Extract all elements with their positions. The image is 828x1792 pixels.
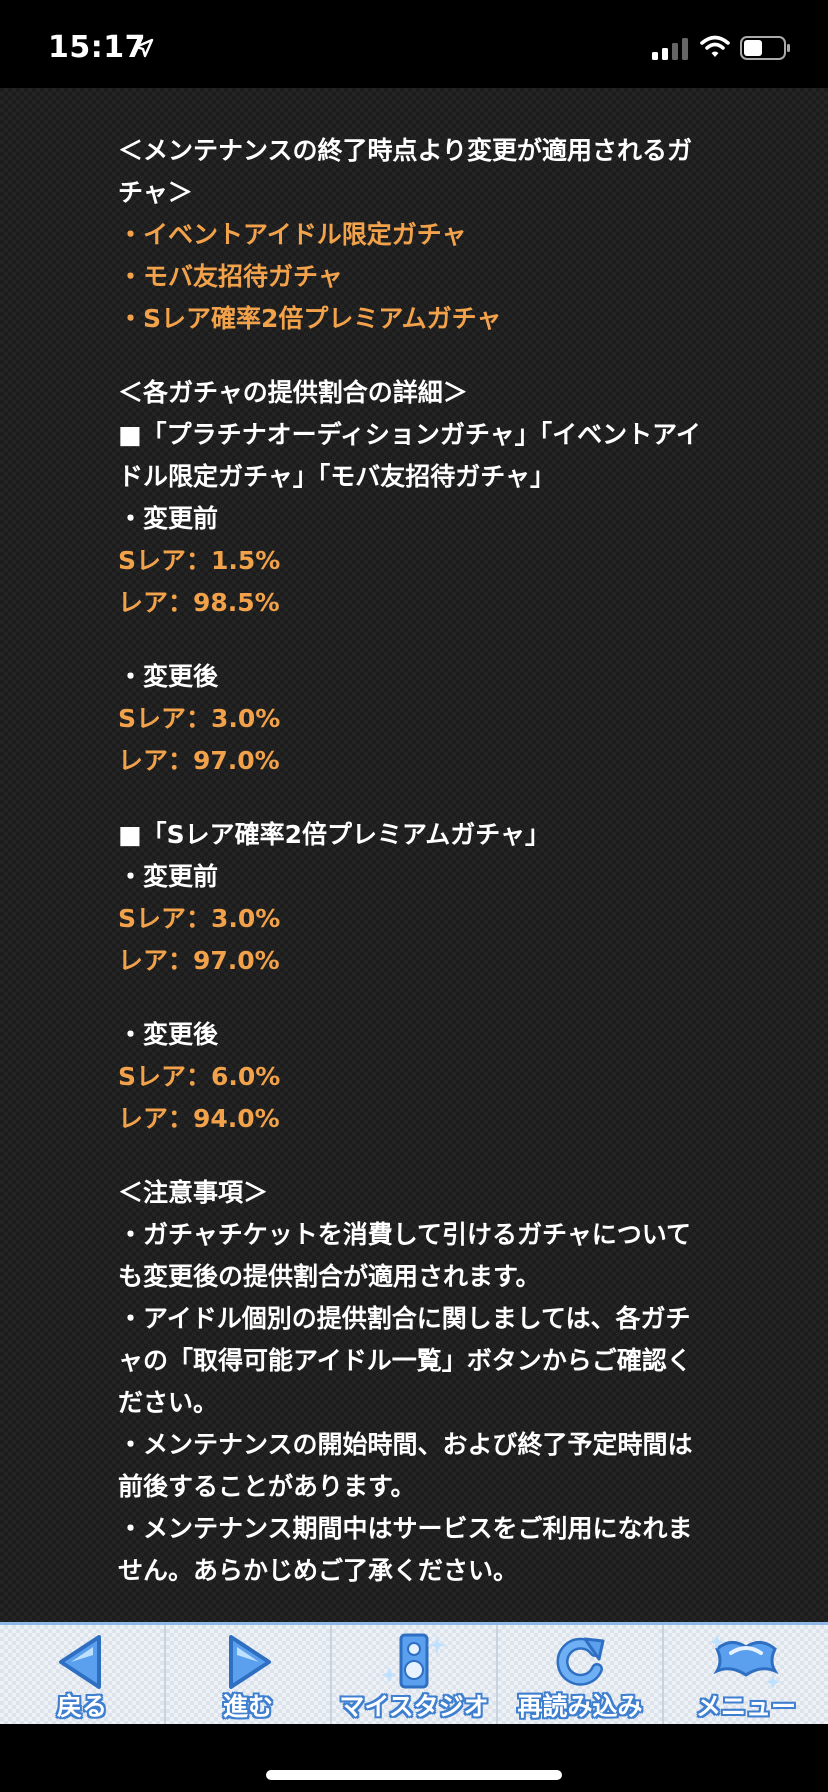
reload-label: 再読み込み	[517, 1692, 643, 1721]
text-line: ャの「取得可能アイドル一覧」ボタンからご確認く	[118, 1346, 692, 1375]
menu-label: メニュー	[695, 1692, 796, 1721]
back-arrow-icon	[59, 1635, 101, 1689]
my-studio-label: マイスタジオ	[339, 1692, 489, 1721]
cellular-signal-icon	[652, 38, 688, 60]
speaker-icon	[381, 1633, 447, 1689]
text-line: ・変更前	[118, 504, 219, 533]
text-line: ・変更前	[118, 862, 219, 891]
text-line: ＜メンテナンスの終了時点より変更が適用されるガ	[118, 136, 693, 165]
highlight-text-line: Sレア：3.0%	[118, 904, 281, 933]
text-line: ＜注意事項＞	[118, 1178, 269, 1207]
text-line: ・変更後	[118, 1020, 219, 1049]
status-bar: 15:17	[0, 0, 828, 88]
reload-icon	[556, 1637, 605, 1686]
highlight-text-line: ・モバ友招待ガチャ	[118, 262, 343, 291]
announcement-text: ＜メンテナンスの終了時点より変更が適用されるガ チャ＞ ・イベントアイドル限定ガチャ…	[118, 130, 730, 1592]
forward-label: 進む	[222, 1692, 273, 1721]
highlight-text-line: Sレア：3.0%	[118, 704, 281, 733]
text-line: ・メンテナンスの開始時間、および終了予定時間は	[118, 1430, 693, 1459]
highlight-text-line: レア：97.0%	[118, 746, 280, 775]
bottom-nav: 戻る 進む マイスタジオ 再読み込み メニュー	[0, 1622, 828, 1727]
text-line: ・変更後	[118, 662, 219, 691]
announcement-content: ＜メンテナンスの終了時点より変更が適用されるガ チャ＞ ・イベントアイドル限定ガチャ…	[0, 88, 828, 1622]
back-button[interactable]: 戻る	[0, 1625, 166, 1727]
highlight-text-line: Sレア：6.0%	[118, 1062, 281, 1091]
location-arrow-icon	[134, 38, 154, 58]
wifi-icon	[700, 35, 730, 57]
text-line: ださい。	[118, 1388, 219, 1417]
text-line: ■「プラチナオーディションガチャ」「イベントアイ	[118, 420, 701, 449]
text-line: ＜各ガチャの提供割合の詳細＞	[118, 378, 468, 407]
text-line: せん。あらかじめご了承ください。	[118, 1556, 519, 1585]
forward-button[interactable]: 進む	[166, 1625, 332, 1727]
status-time: 15:17	[48, 30, 146, 65]
text-line: も変更後の提供割合が適用されます。	[118, 1262, 541, 1291]
reload-button[interactable]: 再読み込み	[498, 1625, 664, 1727]
highlight-text-line: Sレア：1.5%	[118, 546, 281, 575]
text-line: ・アイドル個別の提供割合に関しましては、各ガチ	[118, 1304, 691, 1333]
text-line: 前後することがあります。	[118, 1472, 416, 1501]
highlight-text-line: レア：97.0%	[118, 946, 280, 975]
home-indicator[interactable]	[266, 1770, 562, 1780]
text-line: ■「Sレア確率2倍プレミアムガチャ」	[118, 820, 551, 849]
home-bar-area	[0, 1724, 828, 1792]
highlight-text-line: レア：98.5%	[118, 588, 280, 617]
text-line: ・ガチャチケットを消費して引けるガチャについて	[118, 1220, 692, 1249]
forward-arrow-icon	[229, 1635, 271, 1689]
text-line: チャ＞	[118, 178, 193, 207]
menu-button[interactable]: メニュー	[664, 1625, 828, 1727]
text-line: ドル限定ガチャ」「モバ友招待ガチャ」	[118, 462, 556, 491]
highlight-text-line: ・Sレア確率2倍プレミアムガチャ	[118, 304, 502, 333]
menu-logo-icon	[710, 1635, 780, 1689]
highlight-text-line: レア：94.0%	[118, 1104, 280, 1133]
my-studio-button[interactable]: マイスタジオ	[332, 1625, 498, 1727]
back-label: 戻る	[56, 1692, 107, 1721]
text-line: ・メンテナンス期間中はサービスをご利用になれま	[118, 1514, 693, 1543]
battery-icon	[740, 36, 790, 60]
highlight-text-line: ・イベントアイドル限定ガチャ	[118, 220, 467, 249]
